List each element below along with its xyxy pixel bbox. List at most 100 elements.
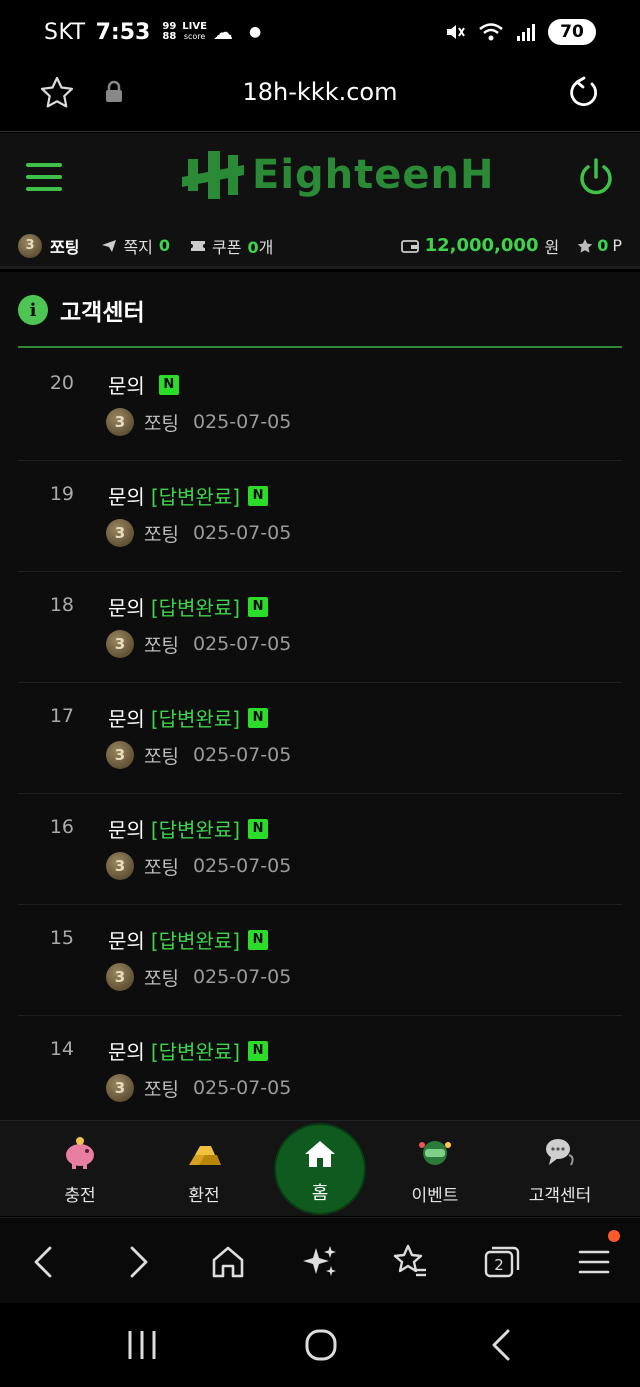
post-title[interactable]: 문의 [답변완료] N (108, 925, 269, 954)
system-back-icon[interactable] (482, 1327, 522, 1363)
post-number: 15 (49, 927, 74, 949)
coupons-label: 쿠폰 (212, 237, 242, 257)
reload-icon[interactable] (564, 74, 602, 112)
site-logo[interactable]: EighteenH (180, 147, 494, 203)
url-text[interactable]: 18h-kkk.com (0, 78, 640, 106)
points-unit: P (612, 236, 622, 255)
status-bar: SKT 7:53 99 88 LIVE score ☁ ● 70 (0, 0, 640, 64)
post-row[interactable]: 16 문의 [답변완료] N 3 쪼팅 025-07-05 (18, 794, 622, 905)
post-author: 쪼팅 (144, 412, 179, 435)
system-home-icon[interactable] (301, 1327, 341, 1363)
author-level-badge: 3 (106, 519, 134, 547)
browser-url-bar: 18h-kkk.com (0, 64, 640, 132)
live-score-bottom: score (183, 32, 206, 41)
star-icon (578, 238, 593, 253)
signal-icon (517, 24, 535, 41)
post-title-text: 문의 (108, 374, 145, 398)
tabs-icon[interactable]: 2 (480, 1240, 524, 1284)
post-date: 025-07-05 (192, 744, 292, 766)
coupons-unit: 개 (258, 237, 274, 257)
post-meta: 3 쪼팅 025-07-05 (106, 408, 291, 436)
post-row[interactable]: 14 문의 [답변완료] N 3 쪼팅 025-07-05 (18, 1016, 622, 1120)
post-title-text: 문의 (108, 707, 145, 731)
post-number: 16 (49, 816, 74, 838)
post-author: 쪼팅 (144, 967, 179, 990)
wallet-icon (400, 239, 419, 253)
post-row[interactable]: 19 문의 [답변완료] N 3 쪼팅 025-07-05 (18, 461, 622, 572)
post-title[interactable]: 문의 [답변완료] N (108, 592, 269, 621)
browser-menu-icon[interactable] (572, 1240, 616, 1284)
nav-withdraw[interactable]: 환전 (149, 1121, 259, 1217)
post-row[interactable]: 15 문의 [답변완료] N 3 쪼팅 025-07-05 (18, 905, 622, 1016)
post-date: 025-07-05 (192, 411, 292, 433)
new-badge: N (248, 707, 269, 728)
battery-indicator: 70 (548, 19, 596, 45)
nav-event[interactable]: 이벤트 (380, 1121, 490, 1217)
nav-withdraw-label: 환전 (188, 1186, 220, 1206)
nav-home[interactable]: 홈 (276, 1125, 364, 1213)
post-title-text: 문의 (108, 1040, 145, 1064)
post-title[interactable]: 문의 N (108, 370, 179, 399)
user-nickname[interactable]: 쪼팅 (50, 234, 79, 258)
sparkle-icon[interactable] (298, 1240, 342, 1284)
menu-icon[interactable] (26, 163, 62, 191)
home-icon (305, 1141, 335, 1167)
post-title-text: 문의 (108, 596, 145, 620)
menu-notification-dot (608, 1230, 620, 1242)
messages-label: 쪽지 (123, 237, 153, 257)
bookmarks-icon[interactable] (388, 1240, 432, 1284)
author-level-badge: 3 (106, 1074, 134, 1102)
forward-icon[interactable] (116, 1240, 160, 1284)
post-title-text: 문의 (108, 485, 145, 509)
new-badge: N (248, 596, 269, 617)
post-date: 025-07-05 (192, 522, 292, 544)
power-icon[interactable] (576, 157, 616, 199)
author-level-badge: 3 (106, 630, 134, 658)
coupon-icon (191, 240, 206, 251)
post-date: 025-07-05 (192, 1077, 292, 1099)
live-score-top: LIVE (182, 21, 207, 32)
new-badge: N (158, 374, 179, 395)
new-badge: N (248, 929, 269, 950)
post-row[interactable]: 20 문의 N 3 쪼팅 025-07-05 (18, 350, 622, 461)
points-amount: 0 (597, 236, 609, 255)
post-number: 20 (49, 372, 74, 394)
logo-mark-icon (182, 151, 244, 199)
author-level-badge: 3 (106, 741, 134, 769)
post-row[interactable]: 18 문의 [답변완료] N 3 쪼팅 025-07-05 (18, 572, 622, 683)
messages-count: 0 (158, 236, 171, 255)
post-title[interactable]: 문의 [답변완료] N (108, 1036, 269, 1065)
user-info-bar: 3 쪼팅 쪽지 0 쿠폰 0개 12,000,000 원 0 P (0, 225, 640, 269)
balance-amount: 12,000,000 (424, 235, 539, 256)
live-score-icon: LIVE score (182, 22, 207, 42)
post-title[interactable]: 문의 [답변완료] N (108, 481, 269, 510)
balance-display: 12,000,000 원 (400, 234, 559, 258)
recent-apps-icon[interactable] (122, 1327, 162, 1363)
post-title[interactable]: 문의 [답변완료] N (108, 814, 269, 843)
messages-link[interactable]: 쪽지 0 (101, 234, 170, 258)
post-status: [답변완료] (150, 1040, 241, 1064)
wifi-icon (479, 23, 503, 41)
post-meta: 3 쪼팅 025-07-05 (106, 519, 291, 547)
post-author: 쪼팅 (144, 856, 179, 879)
status-right: 70 (444, 19, 596, 45)
back-icon[interactable] (22, 1240, 66, 1284)
coupons-count: 0 (247, 237, 259, 257)
browser-home-icon[interactable] (206, 1240, 250, 1284)
page-header: i 고객센터 (18, 292, 622, 348)
sports-app-icon: 99 88 (162, 22, 176, 42)
author-level-badge: 3 (106, 408, 134, 436)
nav-deposit[interactable]: 충전 (25, 1121, 135, 1217)
post-title[interactable]: 문의 [답변완료] N (108, 703, 269, 732)
post-meta: 3 쪼팅 025-07-05 (106, 741, 291, 769)
chat-bubble-icon (546, 1139, 574, 1166)
post-status: [답변완료] (150, 596, 241, 620)
post-number: 18 (49, 594, 74, 616)
nav-event-label: 이벤트 (411, 1186, 459, 1206)
post-status: [답변완료] (150, 485, 241, 509)
coupons-link[interactable]: 쿠폰 0개 (190, 234, 273, 258)
post-meta: 3 쪼팅 025-07-05 (106, 963, 291, 991)
new-badge: N (248, 818, 269, 839)
nav-support[interactable]: 고객센터 (505, 1121, 615, 1217)
post-row[interactable]: 17 문의 [답변완료] N 3 쪼팅 025-07-05 (18, 683, 622, 794)
